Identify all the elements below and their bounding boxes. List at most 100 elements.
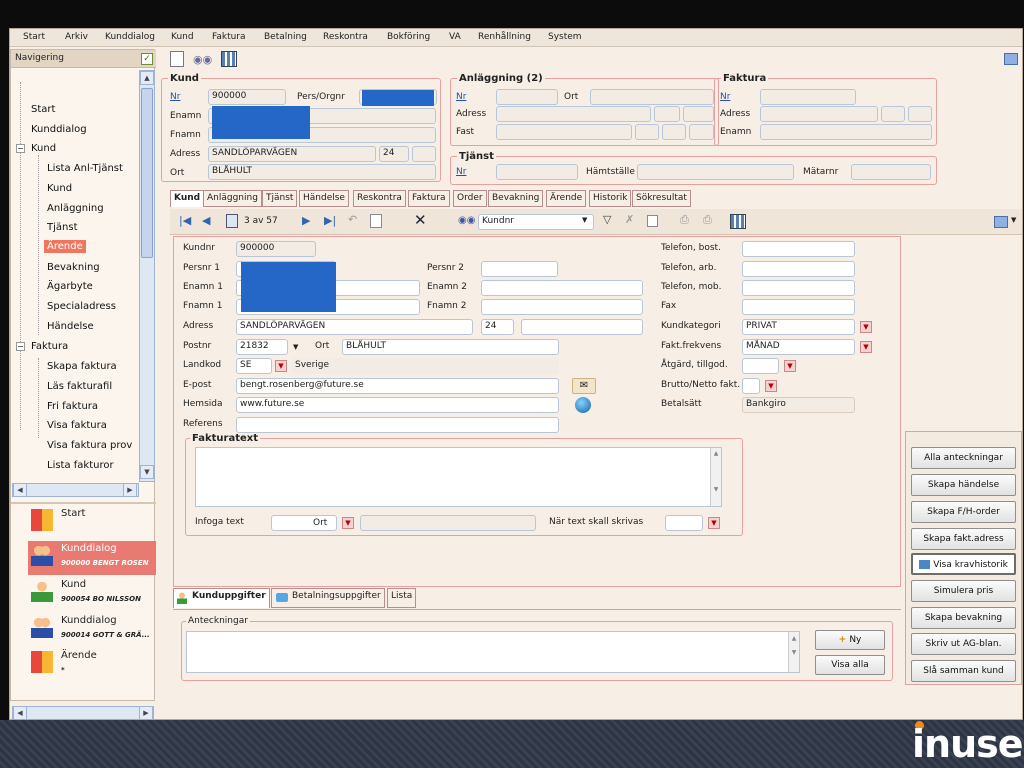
referens-field[interactable]: [236, 417, 559, 433]
tab-kund[interactable]: Kund: [170, 190, 205, 207]
chevron-down-icon[interactable]: ▼: [708, 517, 720, 529]
grid-icon[interactable]: [221, 51, 237, 67]
faktura-adress-letter-field[interactable]: [908, 106, 932, 122]
menu-arkiv[interactable]: Arkiv: [65, 32, 88, 42]
menu-renhallning[interactable]: Renhållning: [478, 32, 531, 42]
anlaggning-ort-field[interactable]: [590, 89, 714, 105]
previous-record-icon[interactable]: ◀: [202, 214, 210, 227]
tree-item-skapa-faktura[interactable]: Skapa faktura: [47, 361, 117, 372]
kund-ort-field[interactable]: BLÅHULT: [208, 164, 436, 180]
history-item-start[interactable]: Start: [28, 506, 156, 540]
menu-kund[interactable]: Kund: [171, 32, 194, 42]
anteckningar-textarea[interactable]: [186, 631, 800, 673]
anlaggning-adress-field[interactable]: [496, 106, 651, 122]
new-document-icon[interactable]: [170, 51, 184, 67]
atgard-select[interactable]: [742, 358, 779, 374]
tree-item-kunddialog[interactable]: Kunddialog: [31, 124, 87, 135]
chevron-down-icon[interactable]: ▼: [1011, 216, 1016, 224]
textarea-scrollbar[interactable]: ▲ ▼: [788, 632, 799, 672]
kund-adress-letter-field[interactable]: [412, 146, 436, 162]
anlaggning-fast-field-3[interactable]: [662, 124, 686, 140]
tree-item-kund[interactable]: Kund: [47, 183, 72, 194]
simulera-pris-button[interactable]: Simulera pris: [911, 580, 1016, 602]
search-field-select[interactable]: Kundnr: [478, 214, 594, 230]
anlaggning-adress-letter-field[interactable]: [683, 106, 714, 122]
faktura-enamn-field[interactable]: [760, 124, 932, 140]
tree-item-handelse[interactable]: Händelse: [47, 321, 94, 332]
chevron-down-icon[interactable]: ▼: [784, 360, 796, 372]
history-item-kunddialog[interactable]: Kunddialog 900000 BENGT ROSEN: [28, 541, 156, 575]
panel-splitter[interactable]: [11, 502, 156, 504]
nar-text-select[interactable]: [665, 515, 703, 531]
landkod-field[interactable]: SE: [236, 358, 272, 374]
hemsida-field[interactable]: www.future.se: [236, 397, 559, 413]
menu-betalning[interactable]: Betalning: [264, 32, 307, 42]
scroll-thumb[interactable]: [141, 88, 153, 258]
adress-extra-field[interactable]: [521, 319, 643, 335]
fakturatext-textarea[interactable]: [195, 447, 722, 507]
persnr2-field[interactable]: [481, 261, 558, 277]
tab-tjanst[interactable]: Tjänst: [262, 190, 298, 207]
postnr-field[interactable]: 21832: [236, 339, 288, 355]
anlaggning-fast-field-4[interactable]: [689, 124, 714, 140]
first-record-icon[interactable]: |◀: [179, 214, 191, 227]
tjanst-matarnr-field[interactable]: [851, 164, 931, 180]
print-preview-icon[interactable]: ⎙: [703, 213, 712, 227]
navigation-pin-checkbox[interactable]: ✓: [141, 53, 153, 65]
menu-kunddialog[interactable]: Kunddialog: [105, 32, 155, 42]
copy-icon[interactable]: [370, 214, 382, 228]
anlaggning-nr-link[interactable]: Nr: [456, 92, 466, 102]
tel-bost-field[interactable]: [742, 241, 855, 257]
alla-anteckningar-button[interactable]: Alla anteckningar: [911, 447, 1016, 469]
kundkategori-select[interactable]: PRIVAT: [742, 319, 855, 335]
anlaggning-fast-field[interactable]: [496, 124, 632, 140]
window-settings-icon[interactable]: [1004, 53, 1018, 65]
history-item-kunddialog-2[interactable]: Kunddialog 900014 GOTT & GRÄ...: [28, 613, 156, 647]
search-binoculars-icon[interactable]: ◉◉: [458, 215, 475, 226]
tab-historik[interactable]: Historik: [589, 190, 632, 207]
undo-icon[interactable]: ↶: [348, 213, 357, 226]
next-record-icon[interactable]: ▶: [302, 214, 310, 227]
menu-faktura[interactable]: Faktura: [212, 32, 246, 42]
collapse-faktura-icon[interactable]: −: [16, 342, 25, 351]
skapa-bevakning-button[interactable]: Skapa bevakning: [911, 607, 1016, 629]
tab-reskontra[interactable]: Reskontra: [353, 190, 406, 207]
history-item-kund[interactable]: Kund 900054 BO NILSSON: [28, 577, 156, 611]
subtab-lista[interactable]: Lista: [387, 588, 417, 608]
adress-field[interactable]: SANDLÖPARVÄGEN: [236, 319, 473, 335]
send-email-icon[interactable]: ✉: [572, 378, 596, 394]
anlaggning-adress-number-field[interactable]: [654, 106, 680, 122]
menu-reskontra[interactable]: Reskontra: [323, 32, 368, 42]
tree-item-agarbyte[interactable]: Ägarbyte: [47, 281, 93, 292]
tab-sokresultat[interactable]: Sökresultat: [632, 190, 691, 207]
chevron-down-icon[interactable]: ▼: [293, 343, 298, 351]
chevron-down-icon[interactable]: ▼: [342, 517, 354, 529]
globe-icon[interactable]: [575, 397, 591, 413]
collapse-kund-icon[interactable]: −: [16, 144, 25, 153]
scroll-left-icon[interactable]: ◀: [13, 706, 27, 719]
menu-va[interactable]: VA: [449, 32, 461, 42]
scroll-right-icon[interactable]: ▶: [123, 483, 137, 497]
visa-alla-button[interactable]: Visa alla: [815, 655, 885, 675]
brutto-netto-select[interactable]: [742, 378, 760, 394]
menu-system[interactable]: System: [548, 32, 582, 42]
tree-item-lista-fakturor[interactable]: Lista fakturor: [47, 460, 114, 471]
fnamn2-field[interactable]: [481, 299, 643, 315]
tab-anlaggning[interactable]: Anläggning: [203, 190, 262, 207]
subtab-kunduppgifter[interactable]: Kunduppgifter: [173, 588, 270, 608]
skriv-ut-ag-blan-button[interactable]: Skriv ut AG-blan.: [911, 633, 1016, 655]
kund-adress-field[interactable]: SANDLÖPARVÄGEN: [208, 146, 376, 162]
chevron-down-icon[interactable]: ▼: [582, 216, 587, 224]
page-icon[interactable]: [647, 215, 658, 227]
tree-item-tjanst[interactable]: Tjänst: [47, 222, 77, 233]
clear-filter-icon[interactable]: ✗: [625, 213, 634, 226]
chevron-down-icon[interactable]: ▼: [860, 341, 872, 353]
skapa-fakt-adress-button[interactable]: Skapa fakt.adress: [911, 528, 1016, 550]
kund-adress-number-field[interactable]: 24: [379, 146, 409, 162]
subtab-betalningsuppgifter[interactable]: Betalningsuppgifter: [271, 588, 385, 608]
textarea-scrollbar[interactable]: ▲ ▼: [710, 448, 721, 506]
tree-item-faktura-group[interactable]: Faktura: [31, 341, 68, 352]
tree-item-las-fakturafil[interactable]: Läs fakturafil: [47, 381, 112, 392]
scroll-up-icon[interactable]: ▲: [140, 71, 154, 85]
tree-item-lista-anl-tjanst[interactable]: Lista Anl-Tjänst: [47, 163, 123, 174]
